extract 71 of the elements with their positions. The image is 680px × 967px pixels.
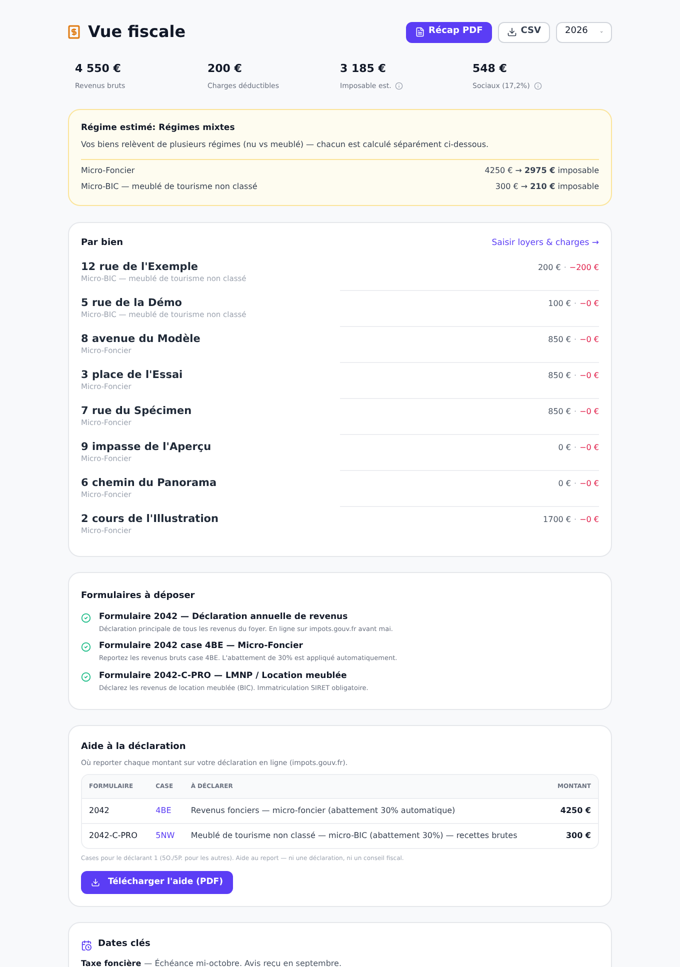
download-button[interactable]: Télécharger l'aide (PDF)	[81, 871, 233, 894]
stat-value: 4 550 €	[75, 61, 122, 77]
property-deduction: −0 €	[580, 334, 599, 346]
csv-button[interactable]: CSV	[498, 22, 550, 42]
separator-text: ·	[574, 478, 577, 490]
property-address: 9 impasse de l'Aperçu	[81, 440, 212, 454]
form-title: Formulaire 2042 case 4BE — Micro-Foncier	[99, 640, 304, 653]
regime-description: Vos biens relèvent de plusieurs régimes (nu vs meublé) — chacun est calculé séparément ci-dessous.	[81, 138, 490, 151]
separator-text: ·	[574, 334, 577, 346]
property-amount: 850 €	[548, 406, 572, 418]
table-cell: 300 €	[547, 823, 598, 848]
property-deduction: −0 €	[580, 514, 599, 526]
property-address: 2 cours de l'Illustration	[81, 512, 218, 526]
separator-text: ·	[574, 406, 577, 418]
year-select[interactable]: 2026	[556, 22, 612, 42]
property-deduction: −0 €	[580, 478, 599, 490]
section-title: Aide à la déclaration	[81, 741, 187, 754]
property-address: 6 chemin du Panorama	[81, 476, 217, 490]
property-deduction: −200 €	[569, 262, 599, 274]
table-cell: 4250 €	[547, 798, 598, 824]
page-title: Vue fiscale	[88, 21, 186, 43]
form-title: Formulaire 2042-C-PRO — LMNP / Location meublée	[99, 670, 348, 682]
property-deduction: −0 €	[580, 406, 599, 418]
table-cell: Meublé de tourisme non classé — micro-BIC (abattement 30%) — recettes brutes	[184, 823, 548, 848]
section-title: Par bien	[81, 236, 124, 250]
separator-text: ·	[564, 262, 566, 274]
regime-amount: 300 € → 210 € imposable	[495, 180, 599, 193]
property-amount: 100 €	[548, 298, 572, 310]
info-icon	[395, 82, 404, 90]
regime-amount: 4250 € → 2975 € imposable	[484, 164, 599, 177]
section-title: Formulaires à déposer	[81, 590, 196, 604]
property-address: 12 rue de l'Exemple	[81, 260, 198, 274]
table-cell: Revenus fonciers — micro-foncier (abattement 30% automatique)	[184, 798, 548, 824]
property-address: 7 rue du Spécimen	[81, 404, 192, 418]
calendar-clock-icon	[81, 940, 92, 950]
table-cell: 4BE	[148, 798, 184, 824]
table-cell: 2042-C-PRO	[82, 823, 149, 848]
property-address: 5 rue de la Démo	[81, 296, 182, 310]
document-icon	[414, 27, 425, 37]
property-amount: 200 €	[538, 262, 561, 274]
separator-text: ·	[574, 298, 577, 310]
property-amount: 1700 €	[543, 514, 572, 526]
property-deduction: −0 €	[580, 442, 599, 454]
regime-name: Micro-Foncier	[81, 164, 135, 177]
separator-text: ·	[574, 370, 577, 382]
date-name: Taxe foncière	[81, 958, 142, 967]
property-amount: 0 €	[558, 478, 572, 490]
info-icon	[534, 82, 542, 90]
table-cell: 2042	[82, 798, 149, 824]
property-amount: 850 €	[548, 334, 572, 346]
form-title: Formulaire 2042 — Déclaration annuelle de revenus	[99, 610, 349, 624]
regime-name: Micro-BIC — meublé de tourisme non classé	[81, 180, 258, 193]
stat-value: 548 €	[472, 61, 508, 77]
dollar-icon	[68, 25, 80, 39]
stat-value: 200 €	[208, 61, 243, 77]
property-deduction: −0 €	[580, 298, 599, 310]
separator-text: ·	[574, 442, 577, 454]
property-deduction: −0 €	[580, 370, 599, 382]
download-icon	[506, 27, 517, 37]
property-address: 8 avenue du Modèle	[81, 332, 200, 346]
property-amount: 850 €	[548, 370, 572, 382]
separator-text: ·	[574, 514, 577, 526]
property-address: 3 place de l'Essai	[81, 368, 183, 382]
download-icon	[91, 878, 100, 888]
section-title: Dates clés	[98, 938, 150, 952]
stat-value: 3 185 €	[340, 61, 387, 77]
enter-rents-link[interactable]: Saisir loyers & charges →	[492, 237, 599, 250]
property-amount: 0 €	[558, 442, 572, 454]
pdf-button[interactable]: Récap PDF	[406, 22, 492, 42]
regime-title: Régime estimé: Régimes mixtes	[81, 122, 236, 135]
table-cell: 5NW	[148, 823, 184, 848]
